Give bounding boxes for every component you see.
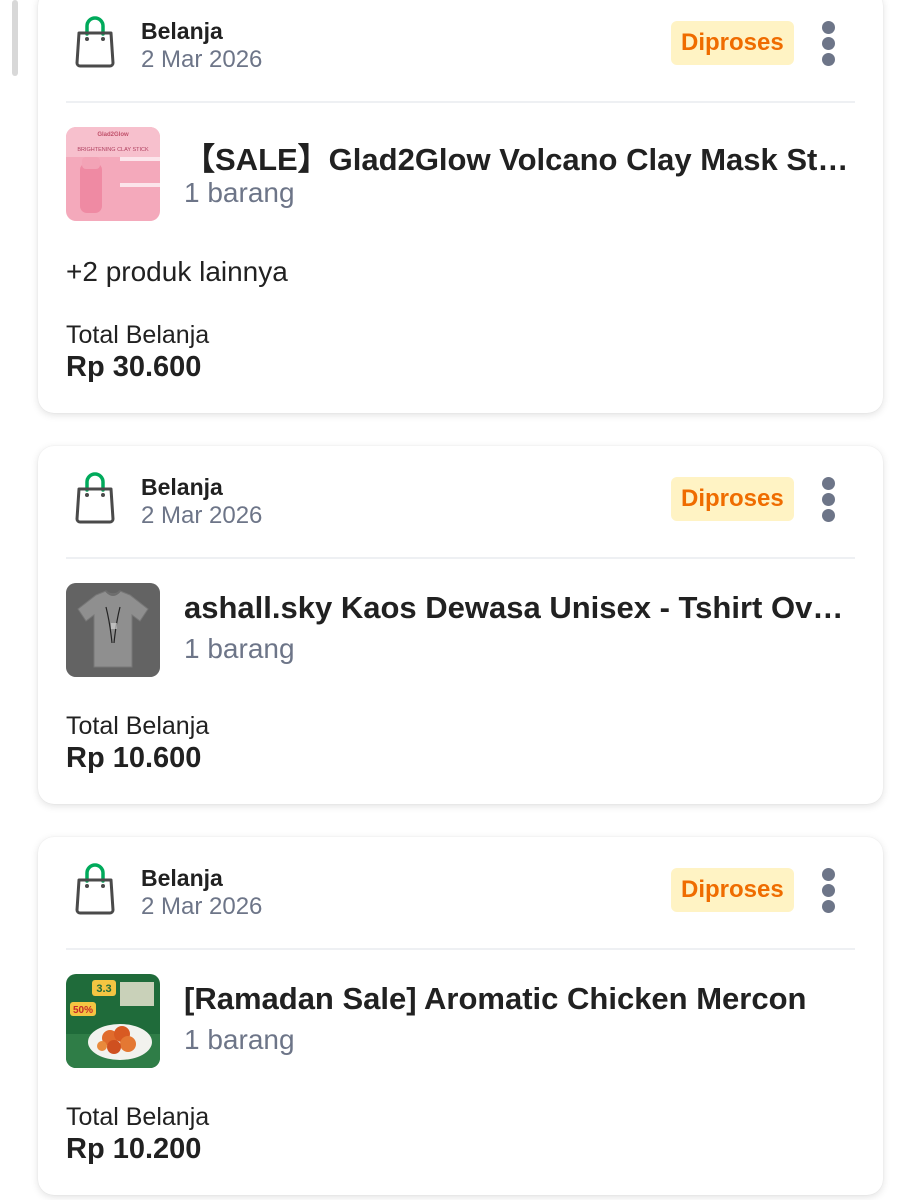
total-label: Total Belanja: [66, 712, 210, 740]
order-date: 2 Mar 2026: [141, 502, 263, 529]
scrollbar[interactable]: [12, 0, 18, 76]
more-options-icon[interactable]: [816, 21, 842, 67]
svg-text:Glad2Glow: Glad2Glow: [97, 132, 129, 138]
product-row[interactable]: Glad2Glow BRIGHTENING CLAY STICK 【SALE】G…: [38, 102, 883, 222]
product-name: [Ramadan Sale] Aromatic Chicken Mercon: [184, 981, 807, 1016]
total-value: Rp 10.600: [66, 742, 202, 774]
more-products-link[interactable]: +2 produk lainnya: [66, 256, 288, 288]
order-card-header: Belanja 2 Mar 2026 Diproses: [38, 446, 883, 559]
order-card-header: Belanja 2 Mar 2026 Diproses: [38, 837, 883, 950]
order-type-label: Belanja: [141, 865, 223, 891]
shopping-bag-icon: [75, 16, 115, 68]
chicken-mercon-product-image: 3.3 50%: [66, 974, 160, 1068]
shopping-bag-icon: [75, 472, 115, 524]
total-value: Rp 30.600: [66, 351, 202, 383]
shopping-bag-icon: [75, 863, 115, 915]
svg-text:50%: 50%: [73, 1005, 93, 1016]
order-list-page: Belanja 2 Mar 2026 Diproses Glad2Glow BR…: [0, 0, 919, 1200]
product-name: ashall.sky Kaos Dewasa Unisex - Tshirt O…: [184, 590, 849, 625]
clay-stick-product-image: Glad2Glow BRIGHTENING CLAY STICK: [66, 127, 160, 221]
order-date: 2 Mar 2026: [141, 893, 263, 920]
status-badge: Diproses: [671, 477, 794, 521]
grey-tshirt-product-image: [66, 583, 160, 677]
status-badge: Diproses: [671, 868, 794, 912]
total-label: Total Belanja: [66, 1103, 210, 1131]
product-quantity: 1 barang: [184, 1024, 295, 1055]
order-card[interactable]: Belanja 2 Mar 2026 Diproses Glad2Glow BR…: [38, 0, 883, 413]
total-label: Total Belanja: [66, 321, 210, 349]
order-card[interactable]: Belanja 2 Mar 2026 Diproses ashall.sky K…: [38, 446, 883, 804]
svg-text:3.3: 3.3: [96, 983, 111, 995]
order-type-label: Belanja: [141, 474, 223, 500]
more-options-icon[interactable]: [816, 868, 842, 914]
order-date: 2 Mar 2026: [141, 46, 263, 73]
product-row[interactable]: ashall.sky Kaos Dewasa Unisex - Tshirt O…: [38, 558, 883, 678]
total-value: Rp 10.200: [66, 1133, 202, 1165]
product-name: 【SALE】Glad2Glow Volcano Clay Mask Stick: [184, 142, 849, 177]
product-row[interactable]: 3.3 50% [Ramadan Sale] Aromatic Chicken …: [38, 949, 883, 1069]
product-quantity: 1 barang: [184, 633, 295, 664]
status-badge: Diproses: [671, 21, 794, 65]
svg-text:BRIGHTENING CLAY STICK: BRIGHTENING CLAY STICK: [77, 147, 149, 153]
order-card-header: Belanja 2 Mar 2026 Diproses: [38, 0, 883, 103]
more-options-icon[interactable]: [816, 477, 842, 523]
order-card[interactable]: Belanja 2 Mar 2026 Diproses 3.3 50% [Ram…: [38, 837, 883, 1195]
product-quantity: 1 barang: [184, 177, 295, 208]
order-type-label: Belanja: [141, 18, 223, 44]
